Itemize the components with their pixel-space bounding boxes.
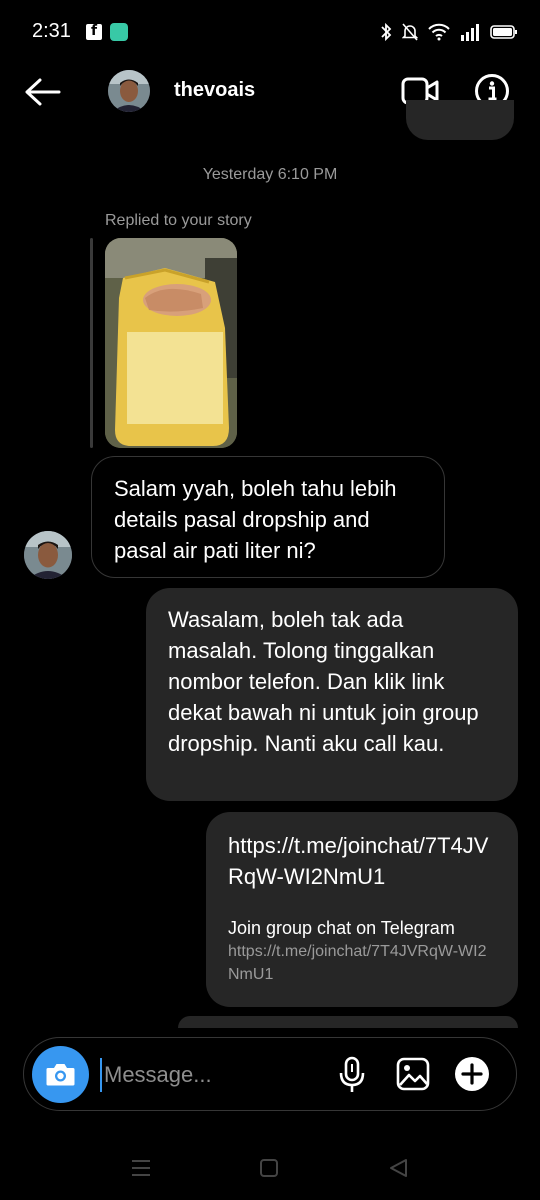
battery-icon bbox=[490, 25, 517, 39]
signal-icon bbox=[461, 24, 479, 41]
status-icons bbox=[380, 20, 518, 44]
voice-message-button[interactable] bbox=[338, 1056, 366, 1094]
bluetooth-icon bbox=[381, 22, 392, 42]
camera-icon bbox=[46, 1064, 75, 1086]
more-options-button[interactable] bbox=[454, 1056, 490, 1092]
story-image bbox=[105, 238, 237, 448]
camera-button[interactable] bbox=[32, 1046, 89, 1103]
status-time: 2:31 bbox=[32, 20, 71, 42]
facebook-notification-icon bbox=[86, 23, 102, 40]
bell-off-icon bbox=[402, 23, 418, 41]
incoming-message-bubble[interactable]: Salam yyah, boleh tahu lebih details pas… bbox=[91, 456, 445, 578]
home-icon[interactable] bbox=[259, 1158, 279, 1178]
story-reply-label: Replied to your story bbox=[105, 212, 252, 229]
sender-avatar[interactable] bbox=[24, 531, 72, 579]
back-nav-icon[interactable] bbox=[388, 1158, 408, 1178]
contact-username[interactable]: thevoais bbox=[174, 79, 255, 102]
wifi-icon bbox=[428, 23, 450, 41]
link-preview-title: Join group chat on Telegram bbox=[228, 918, 455, 938]
message-composer bbox=[23, 1037, 517, 1111]
image-icon bbox=[396, 1057, 430, 1091]
reply-indicator-bar bbox=[90, 238, 93, 448]
outgoing-message-bubble[interactable]: Wasalam, boleh tak ada masalah. Tolong t… bbox=[146, 588, 518, 801]
link-preview-url: https://t.me/joinchat/7T4JVRqW-WI2NmU1 bbox=[228, 943, 487, 983]
gallery-button[interactable] bbox=[396, 1057, 430, 1091]
story-thumbnail[interactable] bbox=[105, 238, 237, 448]
system-nav-bar bbox=[0, 1140, 540, 1200]
avatar-image bbox=[108, 70, 150, 112]
recents-icon[interactable] bbox=[130, 1158, 152, 1178]
outgoing-message-text: Wasalam, boleh tak ada masalah. Tolong t… bbox=[168, 607, 479, 756]
link-message-bubble[interactable]: https://t.me/joinchat/7T4JVRqW-WI2NmU1 J… bbox=[206, 812, 518, 1007]
link-url[interactable]: https://t.me/joinchat/7T4JVRqW-WI2NmU1 bbox=[228, 830, 496, 892]
app-notification-icon bbox=[110, 23, 128, 41]
status-bar: 2:31 bbox=[0, 0, 540, 66]
message-input[interactable] bbox=[102, 1056, 326, 1094]
plus-circle-icon bbox=[455, 1057, 489, 1091]
contact-avatar[interactable] bbox=[108, 70, 150, 112]
avatar-image bbox=[24, 531, 72, 579]
microphone-icon bbox=[339, 1056, 365, 1092]
previous-message-bubble[interactable] bbox=[406, 100, 514, 140]
next-message-bubble[interactable] bbox=[178, 1016, 518, 1028]
incoming-message-text: Salam yyah, boleh tahu lebih details pas… bbox=[114, 476, 397, 563]
message-timestamp: Yesterday 6:10 PM bbox=[202, 166, 338, 183]
back-button[interactable] bbox=[22, 74, 62, 110]
arrow-left-icon bbox=[25, 78, 61, 106]
